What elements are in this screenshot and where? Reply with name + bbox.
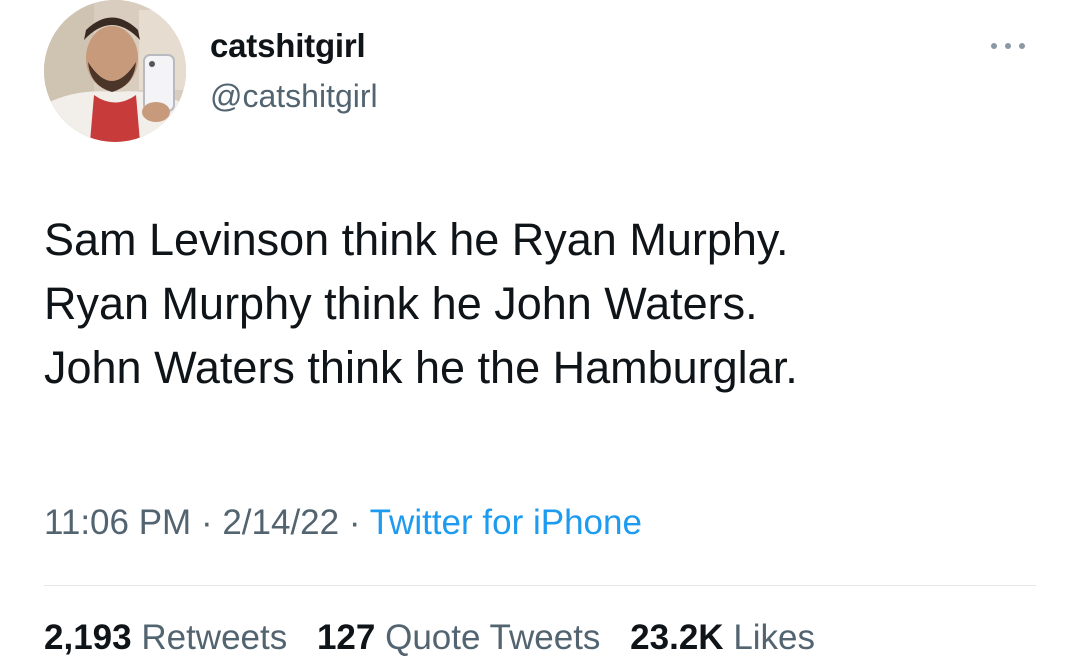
tweet-time[interactable]: 11:06 PM [44,503,191,542]
user-handle[interactable]: @catshitgirl [210,78,378,115]
meta-separator: · [339,503,370,542]
retweets-count: 2,193 [44,618,132,657]
meta-separator: · [191,503,223,542]
quote-tweets-count: 127 [316,618,376,657]
tweet-card: catshitgirl @catshitgirl Sam Levinson th… [0,0,1080,667]
retweets-label: Retweets [141,618,288,657]
likes-label: Likes [733,618,816,657]
tweet-text: Sam Levinson think he Ryan Murphy. Ryan … [44,208,1044,400]
profile-photo-icon [44,0,186,142]
tweet-date[interactable]: 2/14/22 [222,503,339,542]
quote-tweets-label: Quote Tweets [385,618,601,657]
tweet-source-link[interactable]: Twitter for iPhone [370,503,642,542]
tweet-text-line: Ryan Murphy think he John Waters. [44,278,758,329]
display-name[interactable]: catshitgirl [210,27,366,65]
likes-stat[interactable]: 23.2K Likes [630,618,815,657]
retweets-stat[interactable]: 2,193 Retweets [44,618,287,657]
avatar[interactable] [44,0,186,142]
tweet-meta: 11:06 PM · 2/14/22 · Twitter for iPhone [44,503,642,543]
divider [44,585,1036,586]
tweet-text-line: John Waters think he the Hamburglar. [44,342,798,393]
tweet-text-line: Sam Levinson think he Ryan Murphy. [44,214,789,265]
quote-tweets-stat[interactable]: 127 Quote Tweets [317,618,600,657]
likes-count: 23.2K [630,618,724,657]
tweet-stats: 2,193 Retweets 127 Quote Tweets 23.2K Li… [44,618,835,658]
more-dots-icon[interactable] [988,38,1028,54]
